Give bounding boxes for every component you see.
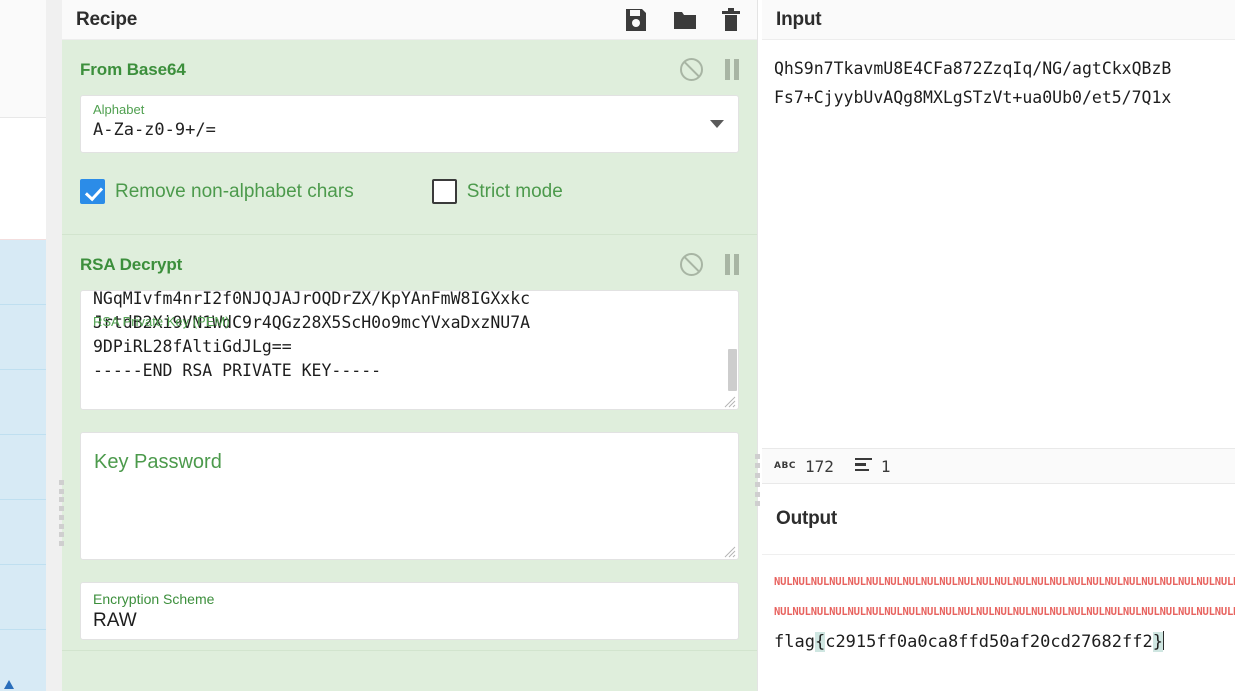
operation-header: From Base64 xyxy=(62,40,757,95)
output-title-bar: Output xyxy=(762,484,1235,554)
recipe-pane-splitter[interactable] xyxy=(56,478,66,548)
input-textarea[interactable]: QhS9n7TkavmU8E4CFa872ZzqIq/NG/agtCkxQBzB… xyxy=(762,40,1235,445)
cursor-pointer-icon xyxy=(4,680,14,689)
character-count-icon: ABC xyxy=(774,461,796,471)
operation-body: RSA Private Key (PEM) NGqMIvfm4nrI2f0NJQ… xyxy=(62,290,757,640)
rsa-private-key-value: NGqMIvfm4nrI2f0NJQJAJrOQDrZX/KpYAnFmW8IG… xyxy=(93,290,531,380)
flag-prefix: flag xyxy=(774,632,815,652)
operation-controls xyxy=(680,58,739,81)
flag-close-brace: } xyxy=(1152,632,1163,652)
encryption-scheme-select[interactable]: Encryption Scheme RAW xyxy=(80,582,739,640)
io-pane-splitter[interactable] xyxy=(753,452,761,508)
operations-list-item[interactable] xyxy=(0,500,46,565)
recipe-pane: Recipe From Base64 Alphabet A-Za-z0-9+/=… xyxy=(62,0,758,691)
text-cursor xyxy=(1162,631,1164,650)
recipe-title: Recipe xyxy=(76,8,138,30)
operation-rsa-decrypt[interactable]: RSA Decrypt RSA Private Key (PEM) NGqMIv… xyxy=(62,235,757,651)
output-nul-line: NULNULNULNULNULNULNULNULNULNULNULNULNULN… xyxy=(774,606,1235,618)
input-title-bar: Input xyxy=(762,0,1235,40)
key-password-textarea[interactable]: Key Password xyxy=(80,432,739,560)
operations-list-item[interactable] xyxy=(0,435,46,500)
encryption-scheme-value: RAW xyxy=(93,610,137,631)
operation-body: Alphabet A-Za-z0-9+/= Remove non-alphabe… xyxy=(62,95,757,224)
operations-header xyxy=(0,0,46,118)
operation-header: RSA Decrypt xyxy=(62,235,757,290)
checkbox-label: Strict mode xyxy=(466,180,563,202)
remove-non-alphabet-chars-checkbox[interactable]: Remove non-alphabet chars xyxy=(80,179,354,204)
operations-list-item[interactable] xyxy=(0,565,46,630)
output-textarea[interactable]: NULNULNULNULNULNULNULNULNULNULNULNULNULN… xyxy=(762,554,1235,691)
line-count-value: 1 xyxy=(880,456,891,476)
character-count-value: 172 xyxy=(804,456,834,476)
operations-scrollbar-track[interactable] xyxy=(46,0,106,691)
checkbox-label: Remove non-alphabet chars xyxy=(115,180,354,202)
operations-sidebar xyxy=(0,0,46,691)
recipe-title-icons xyxy=(625,7,743,32)
checkbox-box-unchecked[interactable] xyxy=(431,179,457,204)
output-nul-line: NULNULNULNULNULNULNULNULNULNULNULNULNULN… xyxy=(774,576,1235,588)
recipe-title-bar: Recipe xyxy=(62,0,757,40)
chevron-down-icon[interactable] xyxy=(710,120,724,128)
strict-mode-checkbox[interactable]: Strict mode xyxy=(431,179,563,204)
flag-body: c2915ff0a0ca8ffd50af20cd27682ff2 xyxy=(825,632,1153,652)
checkbox-box-checked[interactable] xyxy=(80,179,105,204)
breakpoint-pause-icon[interactable] xyxy=(725,59,739,80)
textarea-scrollbar-thumb[interactable] xyxy=(728,349,737,391)
rsa-private-key-textarea[interactable]: RSA Private Key (PEM) NGqMIvfm4nrI2f0NJQ… xyxy=(80,290,739,410)
encryption-scheme-label: Encryption Scheme xyxy=(93,591,215,607)
operations-list-item[interactable] xyxy=(0,370,46,435)
alphabet-value: A-Za-z0-9+/= xyxy=(93,120,216,140)
output-flag-line: flag{c2915ff0a0ca8ffd50af20cd27682ff2} xyxy=(762,627,1235,657)
resize-grip-icon[interactable] xyxy=(724,546,736,558)
flag-open-brace: { xyxy=(814,632,826,652)
save-icon[interactable] xyxy=(625,8,647,32)
operation-title: RSA Decrypt xyxy=(80,254,183,274)
operations-list-item[interactable] xyxy=(0,240,46,305)
line-count-icon xyxy=(854,457,872,475)
disable-operation-icon[interactable] xyxy=(680,58,703,81)
resize-grip-icon[interactable] xyxy=(724,396,736,408)
io-pane: Input QhS9n7TkavmU8E4CFa872ZzqIq/NG/agtC… xyxy=(762,0,1235,691)
trash-icon[interactable] xyxy=(721,7,743,32)
alphabet-select[interactable]: Alphabet A-Za-z0-9+/= xyxy=(80,95,739,153)
operations-list-item[interactable] xyxy=(0,305,46,370)
input-title: Input xyxy=(776,8,822,30)
operations-search-input[interactable] xyxy=(0,118,46,240)
operation-from-base64[interactable]: From Base64 Alphabet A-Za-z0-9+/= Remove… xyxy=(62,40,757,235)
breakpoint-pause-icon[interactable] xyxy=(725,254,739,275)
disable-operation-icon[interactable] xyxy=(680,253,703,276)
output-title: Output xyxy=(776,508,838,529)
cyberchef-app: Recipe From Base64 Alphabet A-Za-z0-9+/=… xyxy=(0,0,1235,691)
operation-title: From Base64 xyxy=(80,59,186,79)
input-status-bar: ABC 172 1 xyxy=(762,448,1235,484)
alphabet-label: Alphabet xyxy=(93,102,145,117)
operations-list xyxy=(0,240,46,691)
base64-options-row: Remove non-alphabet chars Strict mode xyxy=(80,161,739,224)
folder-icon[interactable] xyxy=(673,8,696,32)
key-password-placeholder: Key Password xyxy=(94,451,222,473)
operation-controls xyxy=(680,253,739,276)
